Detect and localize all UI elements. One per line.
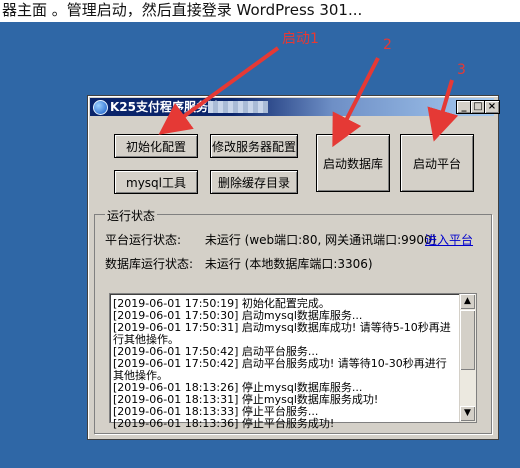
mysql-tool-button[interactable]: mysql工具 — [114, 170, 198, 194]
delete-cache-button[interactable]: 删除缓存目录 — [210, 170, 298, 194]
log-line: [2019-06-01 17:50:31] 启动mysql数据库成功! 请等待5… — [113, 321, 451, 346]
edit-server-config-button[interactable]: 修改服务器配置 — [210, 134, 298, 158]
init-config-button[interactable]: 初始化配置 — [114, 134, 198, 158]
db-status-label: 数据库运行状态: — [105, 257, 194, 271]
title-redacted-area — [208, 101, 268, 113]
run-status-legend: 运行状态 — [105, 207, 158, 224]
annotation-label-1: 启动1 — [282, 31, 319, 47]
log-textarea[interactable]: [2019-06-01 17:50:19] 初始化配置完成。 [2019-06-… — [109, 293, 477, 430]
log-line: [2019-06-01 18:13:36] 停止平台服务成功! — [113, 417, 335, 430]
platform-status-value: 未运行 (web端口:80, 网关通讯端口:9900) — [204, 233, 437, 247]
scroll-down-icon[interactable]: ▼ — [460, 406, 475, 421]
scroll-up-icon[interactable]: ▲ — [460, 294, 475, 309]
annotation-label-3: 3 — [457, 62, 466, 78]
title-bar[interactable]: K25支付程序服务端 _ □ × — [90, 98, 500, 116]
enter-platform-link[interactable]: 进入平台 — [425, 231, 473, 248]
app-window: K25支付程序服务端 _ □ × 初始化配置 修改服务器配置 mysql工具 删… — [87, 95, 500, 440]
scroll-thumb[interactable] — [460, 310, 475, 370]
run-status-group: 运行状态 平台运行状态: 未运行 (web端口:80, 网关通讯端口:9900)… — [94, 207, 492, 434]
start-database-button[interactable]: 启动数据库 — [316, 134, 390, 192]
platform-status-row: 平台运行状态: 未运行 (web端口:80, 网关通讯端口:9900) — [105, 231, 436, 248]
close-icon[interactable]: × — [484, 100, 500, 114]
log-scrollbar[interactable]: ▲ ▼ — [459, 294, 476, 422]
top-caption-text: 器主面 。管理启动，然后直接登录 WordPress 301... — [2, 1, 363, 19]
app-icon — [93, 100, 108, 115]
platform-status-label: 平台运行状态: — [105, 233, 182, 247]
start-platform-button[interactable]: 启动平台 — [400, 134, 474, 192]
log-line: [2019-06-01 17:50:42] 启动平台服务成功! 请等待10-30… — [113, 357, 447, 382]
db-status-value: 未运行 (本地数据库端口:3306) — [204, 257, 373, 271]
window-title: K25支付程序服务端 — [110, 100, 220, 114]
top-caption-strip: 器主面 。管理启动，然后直接登录 WordPress 301... — [0, 0, 520, 22]
annotation-label-2: 2 — [383, 37, 392, 53]
db-status-row: 数据库运行状态: 未运行 (本地数据库端口:3306) — [105, 255, 373, 272]
log-lines: [2019-06-01 17:50:19] 初始化配置完成。 [2019-06-… — [113, 298, 455, 430]
